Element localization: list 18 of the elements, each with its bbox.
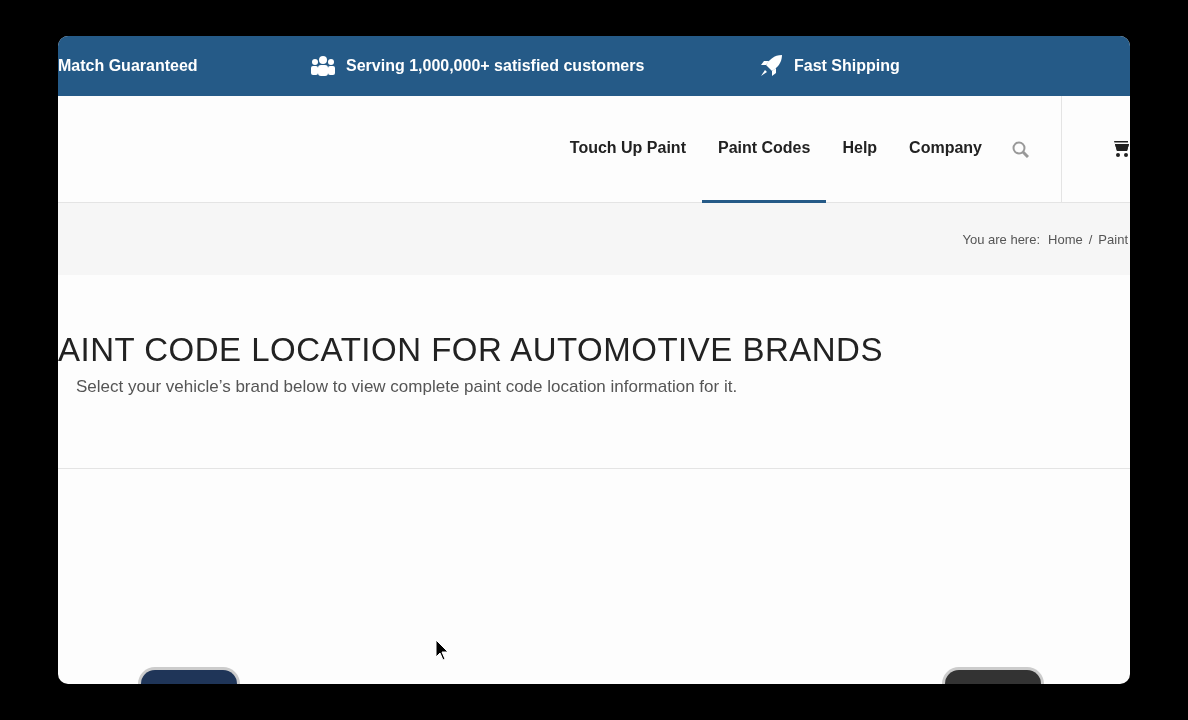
nav-link[interactable]: Company — [893, 96, 998, 203]
page-title: AINT CODE LOCATION FOR AUTOMOTIVE BRANDS — [58, 331, 884, 369]
breadcrumb-link[interactable]: Paint — [1098, 231, 1128, 247]
brand-logo-placeholder[interactable] — [942, 667, 1044, 684]
nav-link[interactable]: Touch Up Paint — [553, 96, 702, 203]
brand-logo-placeholder[interactable] — [138, 667, 240, 684]
people-icon — [310, 55, 336, 77]
banner-text: Serving 1,000,000+ satisfied customers — [346, 57, 645, 75]
cursor-icon — [435, 639, 449, 661]
rocket-icon — [758, 53, 784, 79]
banner-text: Fast Shipping — [794, 57, 900, 75]
breadcrumb-label: You are here: — [962, 231, 1041, 247]
banner-text: Match Guaranteed — [58, 57, 198, 75]
page-subtitle: Select your vehicle’s brand below to view complete paint code location information for it. — [76, 377, 739, 397]
nav-link[interactable]: Help — [826, 96, 894, 203]
breadcrumb-link[interactable]: Home — [1048, 231, 1083, 247]
breadcrumb-separator: / — [1088, 231, 1093, 247]
search-icon[interactable] — [1012, 140, 1029, 158]
